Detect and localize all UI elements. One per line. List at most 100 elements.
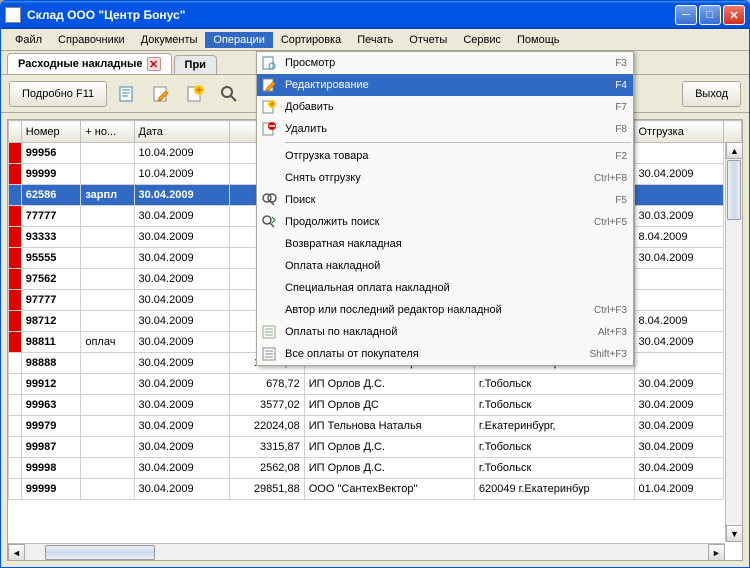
column-header[interactable]: Дата	[134, 121, 230, 143]
menu-item[interactable]: ПоискF5	[257, 189, 633, 211]
cell[interactable]: 30.04.2009	[634, 458, 723, 479]
view-icon[interactable]	[113, 80, 141, 108]
column-header[interactable]: + но...	[81, 121, 134, 143]
cell[interactable]: 30.04.2009	[134, 248, 230, 269]
menu-item[interactable]: ПросмотрF3	[257, 52, 633, 74]
menu-документы[interactable]: Документы	[133, 32, 206, 48]
menu-item[interactable]: Все оплаты от покупателяShift+F3	[257, 343, 633, 365]
cell[interactable]: 98712	[21, 311, 81, 332]
menu-файл[interactable]: Файл	[7, 32, 50, 48]
cell[interactable]	[81, 143, 134, 164]
cell[interactable]: 30.04.2009	[134, 269, 230, 290]
column-header[interactable]	[9, 121, 22, 143]
table-row[interactable]: 9991230.04.2009678,72ИП Орлов Д.С.г.Тобо…	[9, 374, 742, 395]
cell[interactable]: 30.04.2009	[134, 227, 230, 248]
menu-справочники[interactable]: Справочники	[50, 32, 133, 48]
cell[interactable]: 30.04.2009	[134, 437, 230, 458]
cell[interactable]	[634, 185, 723, 206]
column-header[interactable]: Отгрузка	[634, 121, 723, 143]
cell[interactable]: 30.04.2009	[134, 353, 230, 374]
close-button[interactable]: ✕	[723, 5, 745, 25]
cell[interactable]: 98888	[21, 353, 81, 374]
cell[interactable]: ИП Орлов ДС	[304, 395, 474, 416]
cell[interactable]: 30.04.2009	[634, 416, 723, 437]
cell[interactable]: 30.04.2009	[134, 332, 230, 353]
cell[interactable]: 30.04.2009	[134, 185, 230, 206]
cell[interactable]: оплач	[81, 332, 134, 353]
cell[interactable]: ИП Орлов Д.С.	[304, 458, 474, 479]
vertical-scrollbar[interactable]: ▲ ▼	[725, 142, 742, 542]
tab[interactable]: При	[174, 55, 217, 74]
cell[interactable]: 01.04.2009	[634, 479, 723, 500]
menu-сервис[interactable]: Сервис	[455, 32, 509, 48]
cell[interactable]	[81, 479, 134, 500]
cell[interactable]: 30.04.2009	[634, 164, 723, 185]
cell[interactable]: 62586	[21, 185, 81, 206]
cell[interactable]	[81, 416, 134, 437]
cell[interactable]: 77777	[21, 206, 81, 227]
scroll-up-icon[interactable]: ▲	[726, 142, 743, 159]
table-row[interactable]: 9996330.04.20093577,02ИП Орлов ДСг.Тобол…	[9, 395, 742, 416]
menu-item[interactable]: Продолжить поискCtrl+F5	[257, 211, 633, 233]
menu-item[interactable]: Возвратная накладная	[257, 233, 633, 255]
scroll-right-icon[interactable]: ►	[708, 544, 725, 561]
cell[interactable]	[81, 227, 134, 248]
menu-item[interactable]: Отгрузка товараF2	[257, 145, 633, 167]
cell[interactable]: 30.04.2009	[634, 248, 723, 269]
cell[interactable]	[81, 206, 134, 227]
cell[interactable]	[634, 269, 723, 290]
cell[interactable]: 93333	[21, 227, 81, 248]
menu-item[interactable]: Оплаты по накладнойAlt+F3	[257, 321, 633, 343]
cell[interactable]: 98811	[21, 332, 81, 353]
cell[interactable]: 3577,02	[230, 395, 304, 416]
cell[interactable]: 3315,87	[230, 437, 304, 458]
menu-печать[interactable]: Печать	[349, 32, 401, 48]
cell[interactable]	[81, 248, 134, 269]
horizontal-scrollbar[interactable]: ◄ ►	[8, 543, 725, 560]
cell[interactable]: 10.04.2009	[134, 164, 230, 185]
cell[interactable]: 10.04.2009	[134, 143, 230, 164]
cell[interactable]: 2562,08	[230, 458, 304, 479]
menu-операции[interactable]: Операции	[205, 32, 272, 48]
minimize-button[interactable]: ─	[675, 5, 697, 25]
cell[interactable]: 99999	[21, 164, 81, 185]
cell[interactable]: 30.04.2009	[634, 374, 723, 395]
cell[interactable]: зарпл	[81, 185, 134, 206]
cell[interactable]: 678,72	[230, 374, 304, 395]
tab[interactable]: Расходные накладные✕	[7, 53, 172, 74]
maximize-button[interactable]: □	[699, 5, 721, 25]
cell[interactable]: 99999	[21, 479, 81, 500]
cell[interactable]: 99956	[21, 143, 81, 164]
table-row[interactable]: 9997930.04.200922024,08ИП Тельнова Натал…	[9, 416, 742, 437]
cell[interactable]: 30.04.2009	[134, 290, 230, 311]
cell[interactable]	[81, 374, 134, 395]
cell[interactable]: 99912	[21, 374, 81, 395]
cell[interactable]	[634, 143, 723, 164]
scroll-thumb-h[interactable]	[45, 545, 155, 560]
menu-item[interactable]: РедактированиеF4	[257, 74, 633, 96]
cell[interactable]: 620049 г.Екатеринбур	[474, 479, 634, 500]
cell[interactable]: 29851,88	[230, 479, 304, 500]
table-row[interactable]: 9998730.04.20093315,87ИП Орлов Д.С.г.Тоб…	[9, 437, 742, 458]
menu-item[interactable]: ДобавитьF7	[257, 96, 633, 118]
cell[interactable]: 99998	[21, 458, 81, 479]
cell[interactable]: 30.04.2009	[134, 395, 230, 416]
scroll-thumb-v[interactable]	[727, 160, 741, 220]
exit-button[interactable]: Выход	[682, 81, 741, 107]
menu-item[interactable]: Оплата накладной	[257, 255, 633, 277]
cell[interactable]: 99963	[21, 395, 81, 416]
cell[interactable]: 30.04.2009	[134, 311, 230, 332]
cell[interactable]	[81, 353, 134, 374]
add-icon[interactable]	[181, 80, 209, 108]
cell[interactable]: 30.04.2009	[634, 437, 723, 458]
cell[interactable]: 22024,08	[230, 416, 304, 437]
table-row[interactable]: 9999930.04.200929851,88ООО "СантехВектор…	[9, 479, 742, 500]
cell[interactable]: ООО "СантехВектор"	[304, 479, 474, 500]
menu-сортировка[interactable]: Сортировка	[273, 32, 349, 48]
cell[interactable]	[81, 395, 134, 416]
cell[interactable]: 97562	[21, 269, 81, 290]
cell[interactable]: 30.04.2009	[634, 332, 723, 353]
menu-помощь[interactable]: Помощь	[509, 32, 568, 48]
scroll-left-icon[interactable]: ◄	[8, 544, 25, 561]
cell[interactable]: 95555	[21, 248, 81, 269]
